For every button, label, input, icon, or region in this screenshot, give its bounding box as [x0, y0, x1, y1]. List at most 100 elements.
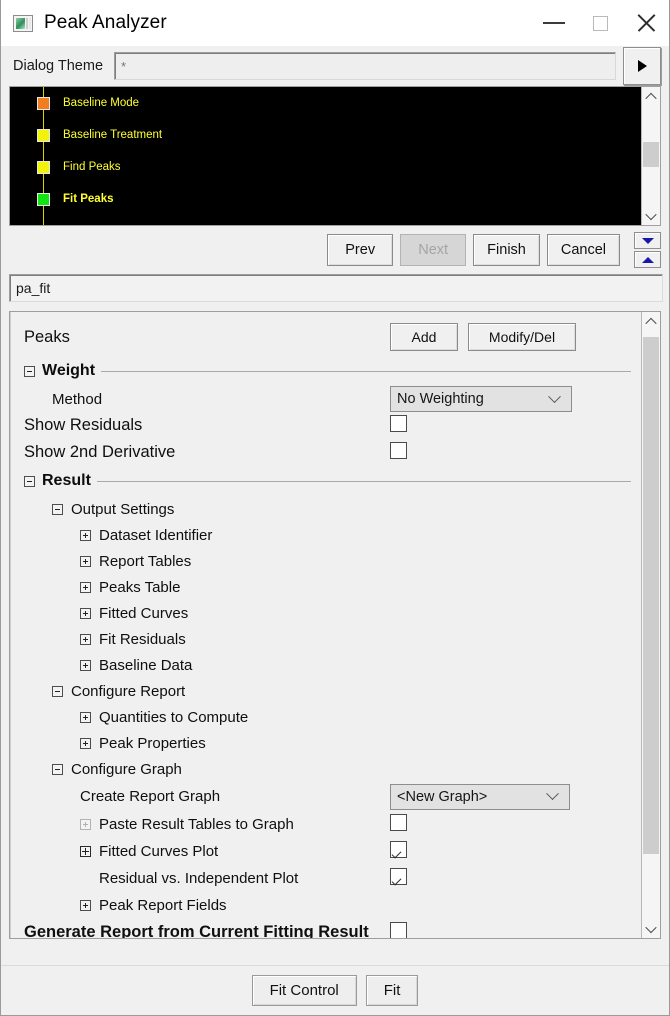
fit-button[interactable]: Fit [365, 975, 419, 1006]
fit-control-button[interactable]: Fit Control [251, 975, 357, 1006]
output-dataset-identifier[interactable]: Dataset Identifier [11, 522, 641, 548]
output-fit-residuals[interactable]: Fit Residuals [11, 626, 641, 652]
nav-item-find-peaks[interactable]: Find Peaks [10, 151, 641, 183]
page-name-input[interactable] [9, 274, 663, 302]
nav-scroll-down-button[interactable] [642, 206, 660, 225]
nav-item-baseline-mode[interactable]: Baseline Mode [10, 87, 641, 119]
nav-item-fit-peaks[interactable]: Fit Peaks [10, 183, 641, 215]
dialog-theme-label: Dialog Theme [13, 58, 104, 74]
tree-item-label: Baseline Data [99, 656, 193, 674]
output-peaks-table[interactable]: Peaks Table [11, 574, 641, 600]
settings-scroll-track[interactable] [642, 331, 660, 919]
wizard-nav-list: Baseline Mode Baseline Treatment Find Peak… [10, 87, 641, 225]
dialog-theme-input[interactable] [114, 52, 616, 80]
output-settings-node[interactable]: Output Settings [11, 496, 641, 522]
modify-del-peak-button[interactable]: Modify/Del [468, 323, 576, 351]
nav-item-partial[interactable] [10, 215, 641, 225]
expand-toggle[interactable] [80, 711, 91, 723]
configure-graph-node[interactable]: Configure Graph [11, 756, 641, 782]
output-settings-collapse-toggle[interactable] [52, 503, 63, 515]
chevron-down-icon [548, 389, 561, 403]
minimize-icon [543, 22, 565, 24]
expand-toggle [80, 819, 91, 830]
graph-row-label: Paste Result Tables to Graph [99, 816, 294, 833]
finish-button[interactable]: Finish [473, 234, 540, 266]
weight-method-control: No Weighting [390, 386, 572, 412]
triangle-down-icon [641, 237, 654, 244]
chevron-down-icon [645, 208, 657, 220]
generate-report-control [390, 921, 407, 938]
nav-scroll-track[interactable] [642, 106, 660, 206]
expand-toggle[interactable] [80, 633, 91, 645]
show-residuals-label: Show Residuals [24, 416, 143, 434]
spinner-down-button[interactable] [634, 232, 661, 249]
result-section-header[interactable]: Result [11, 466, 641, 496]
expand-toggle[interactable] [80, 529, 91, 541]
expand-toggle[interactable] [80, 581, 91, 593]
settings-scrollbar[interactable] [641, 312, 660, 938]
expand-toggle[interactable] [80, 737, 91, 749]
nav-scroll-up-button[interactable] [642, 87, 660, 106]
configure-report-collapse-toggle[interactable] [52, 685, 63, 697]
weight-method-label: Method [52, 390, 103, 408]
expand-toggle[interactable] [80, 607, 91, 619]
graph-row-paste-result-tables-to-graph: Paste Result Tables to Graph [11, 811, 641, 838]
cancel-button[interactable]: Cancel [546, 234, 620, 266]
chevron-down-icon [645, 921, 657, 933]
dialog-theme-menu-button[interactable] [623, 47, 661, 85]
graph-row-checkbox[interactable] [390, 840, 407, 858]
output-settings-label: Output Settings [71, 500, 175, 518]
triangle-up-icon [641, 256, 654, 263]
graph-row-label: Peak Report Fields [99, 897, 227, 914]
tree-item-label: Dataset Identifier [99, 526, 213, 544]
window-controls [531, 0, 669, 46]
nav-step-marker [37, 160, 50, 174]
chevron-down-icon [546, 787, 559, 801]
output-fitted-curves[interactable]: Fitted Curves [11, 600, 641, 626]
tree-item-label: Peak Properties [99, 734, 206, 752]
weight-section-header[interactable]: Weight [11, 356, 641, 386]
weight-method-combobox[interactable]: No Weighting [390, 386, 572, 412]
wizard-nav-panel: Baseline Mode Baseline Treatment Find Peak… [9, 86, 661, 226]
dialog-theme-row: Dialog Theme [1, 46, 669, 86]
expand-toggle[interactable] [80, 900, 91, 911]
report-peak-properties[interactable]: Peak Properties [11, 730, 641, 756]
nav-step-marker [37, 192, 50, 206]
output-report-tables[interactable]: Report Tables [11, 548, 641, 574]
nav-item-label: Find Peaks [63, 161, 121, 173]
settings-scroll-up-button[interactable] [642, 312, 660, 331]
nav-item-baseline-treatment[interactable]: Baseline Treatment [10, 119, 641, 151]
create-report-graph-row: Create Report Graph <New Graph> [11, 782, 641, 811]
show-2nd-derivative-checkbox[interactable] [390, 441, 407, 459]
result-collapse-toggle[interactable] [24, 475, 35, 487]
expand-toggle[interactable] [80, 846, 91, 857]
graph-row-checkbox[interactable] [390, 813, 407, 831]
expand-toggle[interactable] [80, 555, 91, 567]
nav-item-label: Baseline Mode [63, 97, 140, 109]
add-peak-button[interactable]: Add [390, 323, 458, 351]
settings-scroll-down-button[interactable] [642, 919, 660, 938]
next-button: Next [400, 234, 467, 266]
minimize-button[interactable] [531, 0, 577, 46]
expand-toggle[interactable] [80, 659, 91, 671]
graph-row-peak-report-fields: Peak Report Fields [11, 892, 641, 919]
configure-graph-collapse-toggle[interactable] [52, 763, 63, 775]
create-report-graph-combobox[interactable]: <New Graph> [390, 783, 570, 810]
graph-row-checkbox[interactable] [390, 867, 407, 885]
spinner-up-button[interactable] [634, 251, 661, 268]
report-quantities-to-compute[interactable]: Quantities to Compute [11, 704, 641, 730]
nav-scrollbar[interactable] [641, 87, 660, 225]
weight-collapse-toggle[interactable] [24, 365, 35, 377]
maximize-button[interactable] [577, 0, 623, 46]
settings-scroll-thumb[interactable] [643, 336, 659, 855]
triangle-right-icon [637, 60, 647, 72]
generate-report-checkbox[interactable] [390, 921, 407, 938]
configure-report-node[interactable]: Configure Report [11, 678, 641, 704]
show-residuals-checkbox[interactable] [390, 414, 407, 432]
nav-scroll-thumb[interactable] [643, 142, 659, 167]
generate-report-label: Generate Report from Current Fitting Res… [24, 923, 369, 938]
close-button[interactable] [623, 0, 669, 46]
prev-button[interactable]: Prev [327, 234, 394, 266]
output-baseline-data[interactable]: Baseline Data [11, 652, 641, 678]
graph-row-label: Fitted Curves Plot [99, 843, 219, 860]
